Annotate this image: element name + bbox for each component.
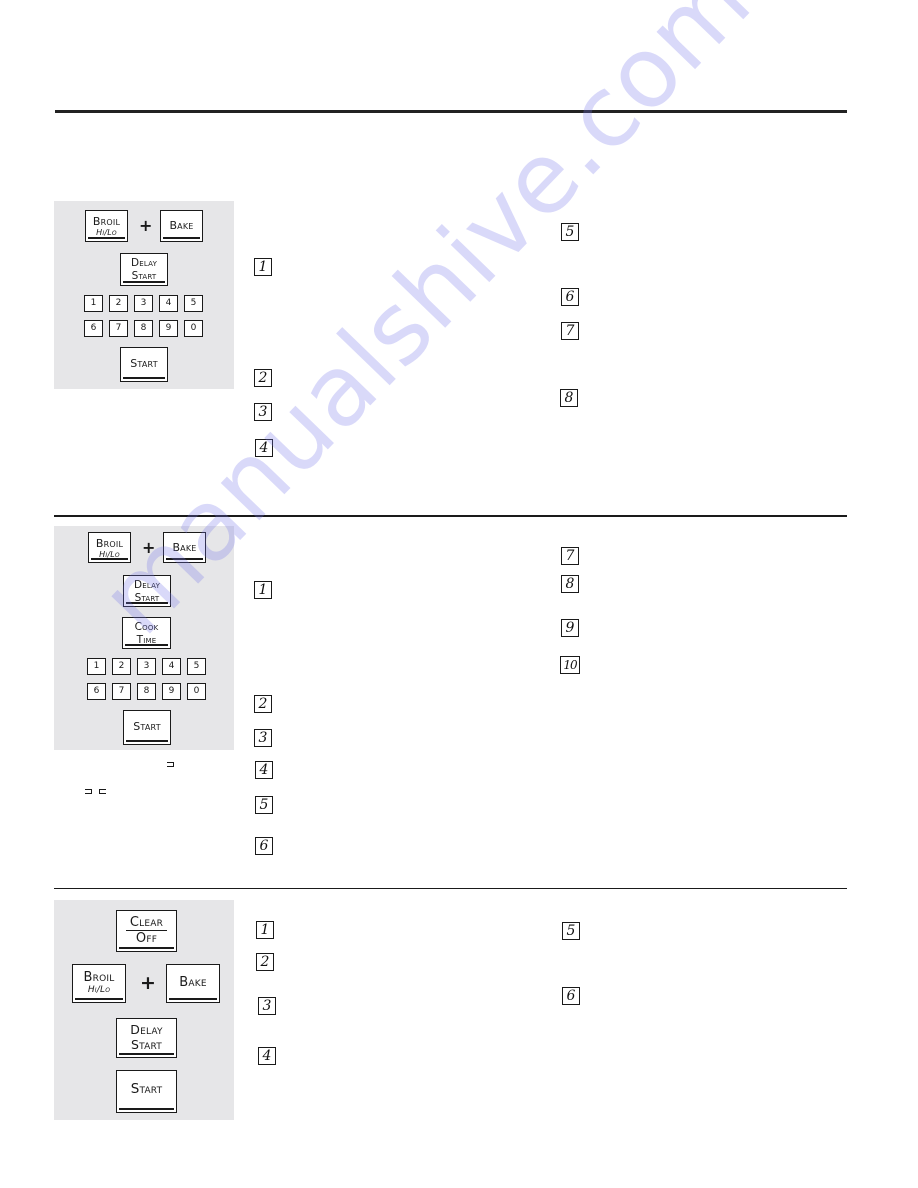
bake-button[interactable]: Bake xyxy=(166,964,220,1003)
key-9[interactable]: 9 xyxy=(162,683,181,700)
step-badge-5: 5 xyxy=(562,922,580,940)
key-6[interactable]: 6 xyxy=(84,320,103,337)
clear-label: Clear xyxy=(129,915,164,930)
key-1[interactable]: 1 xyxy=(84,295,103,312)
key-7[interactable]: 7 xyxy=(112,683,131,700)
key-2[interactable]: 2 xyxy=(112,658,131,675)
key-7[interactable]: 7 xyxy=(109,320,128,337)
start-label: Start xyxy=(131,269,157,282)
delay-label: Delay xyxy=(130,1022,163,1037)
bake-label: Bake xyxy=(169,219,194,232)
off-label: Off xyxy=(135,931,158,946)
start-button[interactable]: Start xyxy=(120,347,168,382)
key-0[interactable]: 0 xyxy=(187,683,206,700)
section-divider xyxy=(54,888,847,889)
key-3[interactable]: 3 xyxy=(137,658,156,675)
start-label: Start xyxy=(130,1081,163,1097)
broil-label: Broil xyxy=(83,970,115,985)
section-divider xyxy=(54,515,847,517)
delay-start-button[interactable]: Delay Start xyxy=(123,575,171,607)
broil-label: Broil xyxy=(95,537,124,550)
key-9[interactable]: 9 xyxy=(159,320,178,337)
broil-hi-lo-button[interactable]: Broil Hi/Lo xyxy=(88,532,131,563)
key-2[interactable]: 2 xyxy=(109,295,128,312)
delay-label: Delay xyxy=(133,579,161,591)
broil-hi-lo-button[interactable]: Broil Hi/Lo xyxy=(85,210,128,242)
start-label: Start xyxy=(134,591,160,604)
key-3[interactable]: 3 xyxy=(134,295,153,312)
start-button[interactable]: Start xyxy=(116,1070,177,1113)
bake-button[interactable]: Bake xyxy=(163,532,206,563)
step-badge-5: 5 xyxy=(255,796,273,814)
key-0[interactable]: 0 xyxy=(184,320,203,337)
delay-start-button[interactable]: Delay Start xyxy=(116,1018,177,1058)
plus-sign: + xyxy=(140,972,156,994)
bake-label: Bake xyxy=(179,975,207,990)
step-badge-3: 3 xyxy=(254,729,272,747)
bake-button[interactable]: Bake xyxy=(160,210,203,242)
step-badge-7: 7 xyxy=(561,322,579,340)
step-badge-4: 4 xyxy=(255,761,273,779)
step-badge-6: 6 xyxy=(561,288,579,306)
step-badge-8: 8 xyxy=(561,575,579,593)
time-label: Time xyxy=(136,633,157,646)
delay-label: Delay xyxy=(130,257,158,269)
key-6[interactable]: 6 xyxy=(87,683,106,700)
hi-lo-label: Hi/Lo xyxy=(87,985,111,995)
step-badge-1: 1 xyxy=(254,258,272,276)
step-badge-4: 4 xyxy=(258,1047,276,1065)
key-8[interactable]: 8 xyxy=(134,320,153,337)
key-5[interactable]: 5 xyxy=(184,295,203,312)
clear-off-button[interactable]: Clear Off xyxy=(116,910,177,952)
plus-sign: + xyxy=(139,216,153,235)
delay-start-button[interactable]: Delay Start xyxy=(120,253,168,286)
broil-hi-lo-button[interactable]: Broil Hi/Lo xyxy=(72,964,126,1003)
step-badge-3: 3 xyxy=(258,997,276,1015)
step-badge-2: 2 xyxy=(256,953,274,971)
step-badge-1: 1 xyxy=(254,581,272,599)
key-4[interactable]: 4 xyxy=(162,658,181,675)
step-badge-3: 3 xyxy=(254,403,272,421)
broil-label: Broil xyxy=(92,215,121,228)
step-badge-8: 8 xyxy=(560,389,578,407)
step-badge-2: 2 xyxy=(254,369,272,387)
key-4[interactable]: 4 xyxy=(159,295,178,312)
start-label: Start xyxy=(131,1036,162,1052)
start-label: Start xyxy=(133,720,161,733)
display-segment-icon xyxy=(167,762,174,767)
cook-label: Cook xyxy=(134,621,159,633)
bake-label: Bake xyxy=(172,541,197,554)
key-5[interactable]: 5 xyxy=(187,658,206,675)
step-badge-6: 6 xyxy=(562,987,580,1005)
step-badge-5: 5 xyxy=(561,223,579,241)
start-label: Start xyxy=(130,357,158,370)
cook-time-button[interactable]: Cook Time xyxy=(122,617,171,649)
hi-lo-label: Hi/Lo xyxy=(99,550,120,559)
display-segment-icon xyxy=(85,789,92,794)
key-8[interactable]: 8 xyxy=(137,683,156,700)
display-segment-icon xyxy=(99,789,106,794)
step-badge-1: 1 xyxy=(256,921,274,939)
step-badge-9: 9 xyxy=(561,619,579,637)
step-badge-6: 6 xyxy=(255,837,273,855)
header-rule xyxy=(55,110,847,113)
plus-sign: + xyxy=(142,538,156,557)
hi-lo-label: Hi/Lo xyxy=(96,228,117,237)
step-badge-2: 2 xyxy=(254,695,272,713)
step-badge-7: 7 xyxy=(561,547,579,565)
step-badge-4: 4 xyxy=(255,439,273,457)
key-1[interactable]: 1 xyxy=(87,658,106,675)
start-button[interactable]: Start xyxy=(123,710,171,745)
step-badge-10: 10 xyxy=(560,656,580,674)
